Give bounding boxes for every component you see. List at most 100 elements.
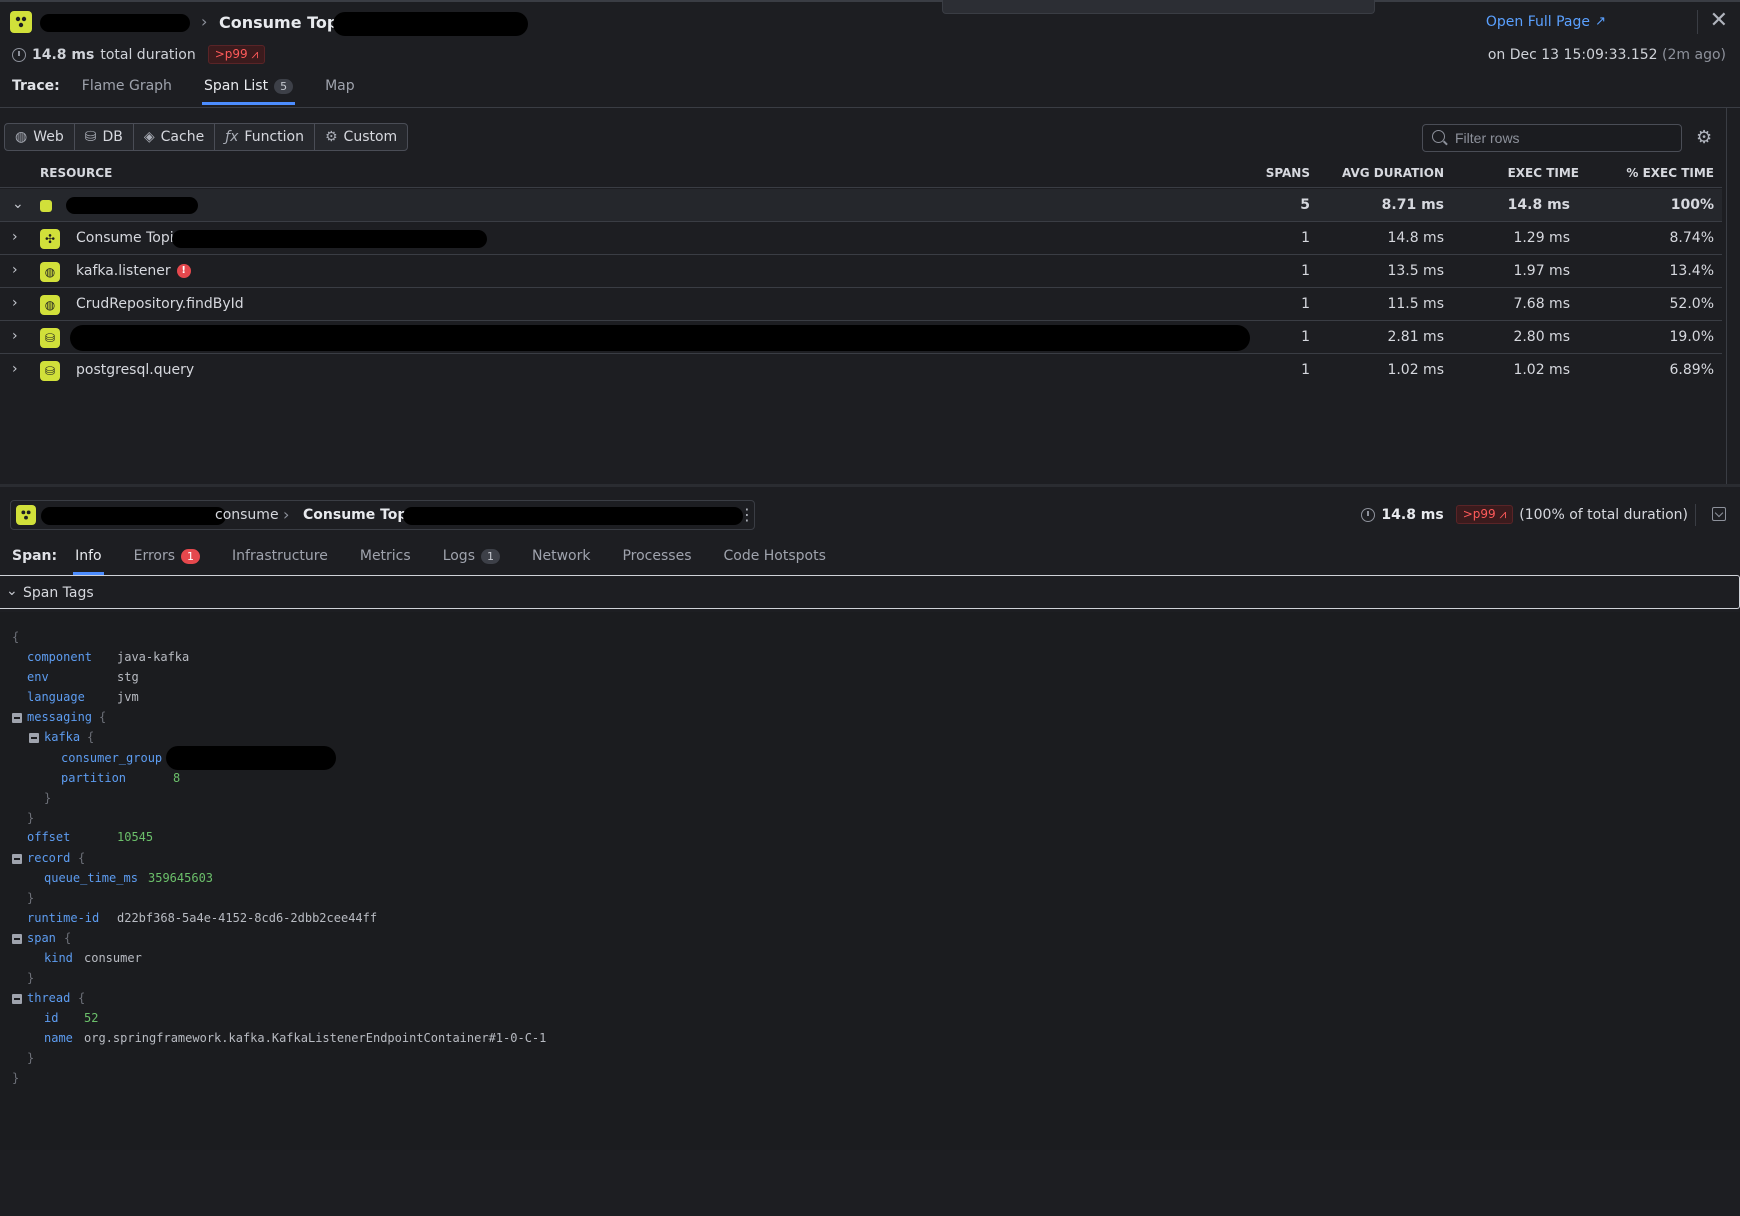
json-value[interactable]: consumer	[84, 950, 142, 966]
filter-rows-input[interactable]	[1422, 124, 1682, 152]
table-row[interactable]: › ⛁ 1 2.81 ms 2.80 ms 19.0%	[0, 321, 1722, 354]
tab-errors[interactable]: Errors 1	[134, 548, 201, 564]
json-key[interactable]: queue_time_ms	[44, 870, 138, 886]
col-avg-duration[interactable]: AVG DURATION	[1342, 166, 1444, 180]
redacted-service-name	[40, 14, 190, 32]
expand-chevron-icon[interactable]: ›	[12, 262, 18, 278]
json-key[interactable]: runtime-id	[27, 910, 99, 926]
col-exec-time[interactable]: EXEC TIME	[1508, 166, 1579, 180]
kafka-service-icon	[10, 11, 32, 33]
tab-infrastructure-label: Infrastructure	[232, 548, 328, 564]
table-row[interactable]: › ◍ CrudRepository.findById 1 11.5 ms 7.…	[0, 288, 1722, 321]
table-row[interactable]: ⌄ 5 8.71 ms 14.8 ms 100%	[0, 189, 1722, 222]
spans-value: 1	[1301, 296, 1310, 312]
tab-metrics-label: Metrics	[359, 548, 411, 564]
json-value[interactable]: jvm	[117, 689, 139, 705]
json-number[interactable]: 359645603	[148, 870, 213, 886]
kafka-service-icon	[16, 505, 36, 525]
col-resource[interactable]: RESOURCE	[40, 166, 112, 180]
tab-infrastructure[interactable]: Infrastructure	[232, 548, 328, 564]
json-key[interactable]: messaging	[27, 709, 92, 725]
span-count-badge: 5	[274, 78, 294, 94]
pct-exec-value: 52.0%	[1669, 296, 1714, 312]
collapse-toggle-icon[interactable]	[29, 733, 39, 743]
avg-duration-value: 14.8 ms	[1387, 230, 1444, 246]
json-key[interactable]: thread	[27, 990, 70, 1006]
json-key[interactable]: record	[27, 850, 70, 866]
json-brace: {	[78, 851, 86, 865]
json-value[interactable]: java-kafka	[117, 649, 189, 665]
filter-function-button[interactable]: ƒx Function	[215, 124, 315, 150]
table-row[interactable]: › ◍ kafka.listener! 1 13.5 ms 1.97 ms 13…	[0, 255, 1722, 288]
expand-chevron-icon[interactable]: ›	[12, 229, 18, 245]
filter-db-button[interactable]: ⛁ DB	[75, 124, 134, 150]
expand-chevron-icon[interactable]: ›	[12, 361, 18, 377]
breadcrumb-chevron-icon: ›	[283, 505, 290, 524]
filter-web-button[interactable]: ◍ Web	[5, 124, 75, 150]
span-tabs-label: Span:	[12, 548, 58, 564]
json-number[interactable]: 52	[84, 1010, 98, 1026]
json-key[interactable]: id	[44, 1010, 58, 1026]
json-value[interactable]: org.springframework.kafka.KafkaListenerE…	[84, 1030, 546, 1046]
json-key[interactable]: span	[27, 930, 56, 946]
json-number[interactable]: 8	[173, 770, 180, 786]
panel-splitter[interactable]	[0, 484, 1740, 487]
filter-custom-button[interactable]: ⚙ Custom	[315, 124, 407, 150]
more-options-icon[interactable]: ⋮	[739, 505, 755, 524]
tab-span-list[interactable]: Span List 5	[201, 78, 296, 105]
json-key[interactable]: consumer_group	[61, 750, 162, 766]
tab-processes[interactable]: Processes	[622, 548, 691, 564]
tab-logs[interactable]: Logs 1	[443, 548, 500, 564]
json-key[interactable]: kind	[44, 950, 73, 966]
collapse-toggle-icon[interactable]	[12, 854, 22, 864]
resource-name: postgresql.query	[76, 362, 195, 378]
json-key[interactable]: partition	[61, 770, 126, 786]
json-value[interactable]: stg	[117, 669, 139, 685]
collapse-toggle-icon[interactable]	[12, 713, 22, 723]
external-link-icon[interactable]: ↗	[1595, 14, 1606, 29]
json-key[interactable]: kafka	[44, 729, 80, 745]
globe-icon: ◍	[40, 262, 60, 282]
close-icon[interactable]: ✕	[1710, 8, 1728, 33]
tab-metrics[interactable]: Metrics	[360, 548, 411, 564]
expand-chevron-icon[interactable]: ›	[12, 328, 18, 344]
table-row[interactable]: › ✣ Consume Topic 1 14.8 ms 1.29 ms 8.74…	[0, 222, 1722, 255]
json-key[interactable]: component	[27, 649, 92, 665]
tab-map[interactable]: Map	[325, 78, 355, 94]
collapse-panel-icon[interactable]	[1712, 507, 1726, 521]
span-tags-section-header[interactable]: ⌄ Span Tags	[0, 575, 1740, 609]
spans-value: 1	[1301, 230, 1310, 246]
col-pct-exec-time[interactable]: % EXEC TIME	[1626, 166, 1714, 180]
gear-icon[interactable]: ⚙	[1696, 127, 1712, 148]
json-key[interactable]: language	[27, 689, 85, 705]
tab-flame-graph[interactable]: Flame Graph	[82, 78, 172, 94]
resize-handle[interactable]	[942, 0, 1375, 14]
json-value[interactable]: d22bf368-5a4e-4152-8cd6-2dbb2cee44ff	[117, 910, 377, 926]
clock-icon	[12, 47, 26, 62]
globe-icon: ◍	[40, 295, 60, 315]
filter-cache-button[interactable]: ◈ Cache	[134, 124, 216, 150]
json-key[interactable]: name	[44, 1030, 73, 1046]
resource-name: kafka.listener!	[76, 263, 191, 279]
logs-count-badge: 1	[481, 548, 500, 564]
json-brace: }	[27, 891, 35, 905]
table-scrollbar[interactable]	[1726, 108, 1727, 484]
tab-network[interactable]: Network	[532, 548, 590, 564]
breadcrumb-chevron-icon: ›	[201, 12, 208, 31]
table-row[interactable]: › ⛁ postgresql.query 1 1.02 ms 1.02 ms 6…	[0, 354, 1722, 387]
tab-code-hotspots[interactable]: Code Hotspots	[723, 548, 825, 564]
json-key[interactable]: env	[27, 669, 49, 685]
collapse-chevron-icon[interactable]: ⌄	[12, 196, 24, 212]
expand-chevron-icon[interactable]: ›	[12, 295, 18, 311]
exec-time-value: 14.8 ms	[1507, 197, 1570, 213]
open-full-page-link[interactable]: Open Full Page	[1486, 14, 1590, 30]
json-brace: {	[78, 991, 86, 1005]
collapse-toggle-icon[interactable]	[12, 934, 22, 944]
collapse-toggle-icon[interactable]	[12, 994, 22, 1004]
tab-info[interactable]: Info	[73, 548, 104, 575]
col-spans[interactable]: SPANS	[1266, 166, 1310, 180]
json-number[interactable]: 10545	[117, 829, 153, 845]
tab-info-label: Info	[75, 548, 102, 564]
tab-network-label: Network	[532, 548, 591, 564]
json-key[interactable]: offset	[27, 829, 70, 845]
